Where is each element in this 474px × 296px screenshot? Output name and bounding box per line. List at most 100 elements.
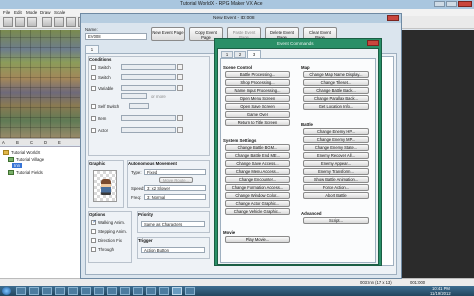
- start-button-icon[interactable]: [2, 287, 11, 295]
- change-encounter-button[interactable]: Change Encounter...: [225, 176, 290, 183]
- paste-icon[interactable]: [66, 17, 76, 27]
- tree-item-project[interactable]: Tutorial WorldX: [3, 150, 40, 156]
- change-tileset-button[interactable]: Change Tileset...: [303, 79, 369, 86]
- enemy-transform-button[interactable]: Enemy Transform...: [303, 168, 369, 175]
- command-tab-1[interactable]: 1: [221, 51, 233, 58]
- stepping-anim-checkbox[interactable]: [91, 229, 96, 234]
- event-name-field[interactable]: EV008: [85, 33, 147, 40]
- condition-switch-2-checkbox[interactable]: [91, 75, 96, 80]
- menu-file[interactable]: File: [3, 10, 10, 15]
- change-enemy-state-button[interactable]: Change Enemy State...: [303, 144, 369, 151]
- tree-item-village[interactable]: Tutorial Village: [8, 157, 44, 163]
- taskbar-app-icon[interactable]: [81, 287, 91, 295]
- change-battle-bgm-button[interactable]: Change Battle BGM...: [225, 144, 290, 151]
- save-project-icon[interactable]: [27, 17, 37, 27]
- tileset-tab-b[interactable]: B: [16, 140, 19, 145]
- tileset-tab-e[interactable]: E: [58, 140, 61, 145]
- through-checkbox[interactable]: [91, 247, 96, 252]
- taskbar-app-icon[interactable]: [146, 287, 156, 295]
- condition-variable-checkbox[interactable]: [91, 86, 96, 91]
- battle-processing-button[interactable]: Battle Processing...: [225, 71, 290, 78]
- priority-select[interactable]: Same as Characters: [141, 221, 205, 227]
- open-menu-screen-button[interactable]: Open Menu Screen: [225, 95, 290, 102]
- change-enemy-mp-button[interactable]: Change Enemy MP...: [303, 136, 369, 143]
- tileset-tab-d[interactable]: D: [44, 140, 47, 145]
- change-window-color-button[interactable]: Change Window Color...: [225, 192, 290, 199]
- abort-battle-button[interactable]: Abort Battle: [303, 192, 369, 199]
- enemy-appear-button[interactable]: Enemy Appear...: [303, 160, 369, 167]
- taskbar-app-icon[interactable]: [120, 287, 130, 295]
- force-action-button[interactable]: Force Action...: [303, 184, 369, 191]
- page-tab-1[interactable]: 1: [85, 45, 99, 53]
- minimize-icon[interactable]: [434, 1, 445, 7]
- change-map-name-display-button[interactable]: Change Map Name Display...: [303, 71, 369, 78]
- tray-date[interactable]: 11/19/2012: [430, 291, 451, 296]
- play-movie-button[interactable]: Play Movie...: [225, 236, 290, 243]
- tree-item-fields[interactable]: Tutorial Fields: [8, 170, 43, 176]
- condition-item-checkbox[interactable]: [91, 116, 96, 121]
- change-vehicle-graphic-button[interactable]: Change Vehicle Graphic...: [225, 208, 290, 215]
- change-enemy-hp-button[interactable]: Change Enemy HP...: [303, 128, 369, 135]
- taskbar-app-icon[interactable]: [133, 287, 143, 295]
- condition-self-switch-checkbox[interactable]: [91, 104, 96, 109]
- condition-variable-select[interactable]: [121, 85, 176, 91]
- change-actor-graphic-button[interactable]: Change Actor Graphic...: [225, 200, 290, 207]
- copy-icon[interactable]: [54, 17, 64, 27]
- taskbar-app-icon[interactable]: [172, 287, 182, 295]
- taskbar-app-icon[interactable]: [185, 287, 195, 295]
- condition-switch-1-checkbox[interactable]: [91, 65, 96, 70]
- map-canvas[interactable]: [392, 30, 474, 278]
- change-formation-access-button[interactable]: Change Formation Access...: [225, 184, 290, 191]
- maximize-icon[interactable]: [446, 1, 457, 7]
- condition-actor-select[interactable]: [121, 127, 176, 133]
- tileset-tab-a[interactable]: A: [2, 140, 5, 145]
- ellipsis-button[interactable]: [177, 127, 183, 133]
- ellipsis-button[interactable]: [177, 64, 183, 70]
- return-to-title-button[interactable]: Return to Title Screen: [225, 119, 290, 126]
- tree-item-inn[interactable]: Inn: [12, 163, 22, 168]
- change-battle-back-button[interactable]: Change Battle Back...: [303, 87, 369, 94]
- condition-self-switch-select[interactable]: [129, 103, 149, 109]
- taskbar-app-icon[interactable]: [107, 287, 117, 295]
- direction-fix-checkbox[interactable]: [91, 238, 96, 243]
- condition-item-select[interactable]: [121, 115, 176, 121]
- menu-scale[interactable]: Scale: [54, 10, 65, 15]
- menu-draw[interactable]: Draw: [40, 10, 51, 15]
- change-menu-access-button[interactable]: Change Menu Access...: [225, 168, 290, 175]
- menu-edit[interactable]: Edit: [14, 10, 22, 15]
- script-button[interactable]: Script...: [303, 217, 369, 224]
- condition-switch-2-select[interactable]: [121, 74, 176, 80]
- open-project-icon[interactable]: [15, 17, 25, 27]
- taskbar-app-icon[interactable]: [159, 287, 169, 295]
- name-input-processing-button[interactable]: Name Input Processing...: [225, 87, 290, 94]
- tileset-palette[interactable]: [0, 30, 80, 138]
- trigger-select[interactable]: Action Button: [141, 247, 205, 253]
- enemy-recover-all-button[interactable]: Enemy Recover All...: [303, 152, 369, 159]
- new-project-icon[interactable]: [3, 17, 13, 27]
- close-icon[interactable]: [387, 15, 399, 21]
- graphic-preview[interactable]: [93, 170, 117, 202]
- change-parallax-back-button[interactable]: Change Parallax Back...: [303, 95, 369, 102]
- close-icon[interactable]: [458, 1, 472, 7]
- taskbar-app-icon[interactable]: [42, 287, 52, 295]
- taskbar-app-icon[interactable]: [16, 287, 26, 295]
- condition-variable-value[interactable]: [121, 93, 147, 99]
- change-save-access-button[interactable]: Change Save Access...: [225, 160, 290, 167]
- taskbar-app-icon[interactable]: [94, 287, 104, 295]
- taskbar-app-icon[interactable]: [68, 287, 78, 295]
- taskbar-app-icon[interactable]: [55, 287, 65, 295]
- command-tab-2[interactable]: 2: [234, 51, 246, 58]
- type-select[interactable]: Fixed: [144, 169, 206, 175]
- condition-actor-checkbox[interactable]: [91, 128, 96, 133]
- ellipsis-button[interactable]: [177, 85, 183, 91]
- ellipsis-button[interactable]: [177, 115, 183, 121]
- open-save-screen-button[interactable]: Open Save Screen: [225, 103, 290, 110]
- move-route-button[interactable]: Move Route...: [159, 177, 193, 183]
- walking-anim-checkbox[interactable]: ✓: [91, 219, 97, 225]
- command-tab-3[interactable]: 3: [247, 50, 261, 58]
- cut-icon[interactable]: [42, 17, 52, 27]
- tileset-tab-c[interactable]: C: [30, 140, 33, 145]
- new-event-page-button[interactable]: New Event Page: [151, 27, 185, 41]
- speed-select[interactable]: 3: x2 Slower: [144, 185, 206, 191]
- close-icon[interactable]: [367, 40, 379, 46]
